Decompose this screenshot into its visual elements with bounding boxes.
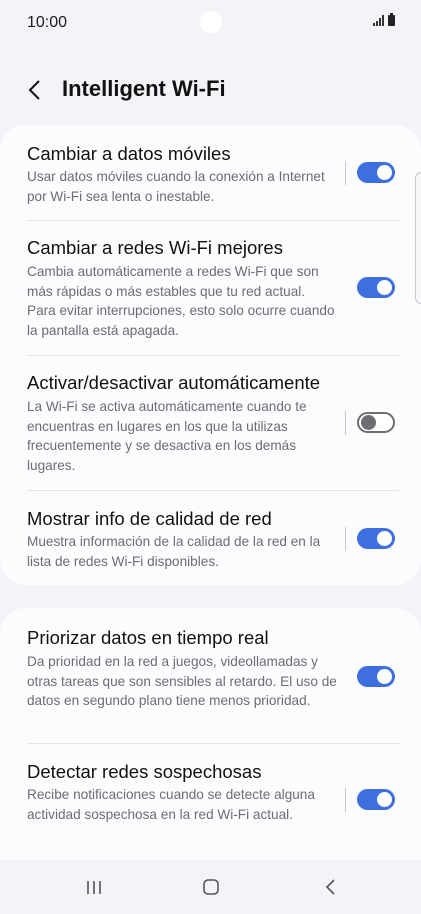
page-title: Intelligent Wi-Fi: [62, 76, 226, 101]
battery-icon: [388, 13, 395, 26]
chevron-left-icon: [28, 80, 40, 100]
setting-detect-suspicious-networks[interactable]: Detectar redes sospechosas Recibe notifi…: [0, 744, 421, 860]
setting-title: Activar/desactivar automáticamente: [27, 372, 321, 393]
setting-auto-toggle-wifi[interactable]: Activar/desactivar automáticamente La Wi…: [0, 356, 421, 491]
setting-prioritize-realtime-data[interactable]: Priorizar datos en tiempo real Da priori…: [0, 608, 421, 743]
setting-description: Usar datos móviles cuando la conexión a …: [27, 169, 325, 204]
show-network-quality-toggle[interactable]: [357, 528, 395, 549]
recents-icon: [87, 881, 101, 894]
setting-description: Da prioridad en la red a juegos, videoll…: [27, 654, 337, 708]
status-icons: [373, 13, 395, 26]
signal-icon: [373, 15, 384, 26]
switch-to-better-wifi-toggle[interactable]: [357, 277, 395, 298]
setting-description: La Wi-Fi se activa automáticamente cuand…: [27, 399, 307, 473]
toggle-knob: [377, 531, 392, 546]
divider: [345, 161, 346, 185]
setting-title: Cambiar a redes Wi-Fi mejores: [27, 237, 283, 258]
status-time: 10:00: [27, 14, 68, 31]
setting-title: Mostrar info de calidad de red: [27, 508, 272, 529]
setting-title: Detectar redes sospechosas: [27, 761, 262, 782]
back-icon: [325, 879, 335, 895]
divider: [345, 788, 346, 812]
back-button[interactable]: [22, 76, 50, 104]
setting-show-network-quality[interactable]: Mostrar info de calidad de red Muestra i…: [0, 491, 421, 585]
prioritize-realtime-data-toggle[interactable]: [357, 666, 395, 687]
recents-button[interactable]: [74, 874, 114, 900]
home-icon: [203, 879, 219, 895]
toggle-knob: [377, 280, 392, 295]
setting-title: Cambiar a datos móviles: [27, 143, 231, 164]
divider: [345, 527, 346, 551]
setting-switch-to-mobile-data[interactable]: Cambiar a datos móviles Usar datos móvil…: [0, 125, 421, 221]
toggle-knob: [377, 669, 392, 684]
divider: [345, 411, 346, 435]
scroll-handle[interactable]: [415, 172, 421, 304]
toggle-knob: [361, 415, 376, 430]
toggle-knob: [377, 792, 392, 807]
detect-suspicious-networks-toggle[interactable]: [357, 789, 395, 810]
navigation-bar: [0, 860, 421, 914]
settings-card-secondary: Priorizar datos en tiempo real Da priori…: [0, 608, 421, 860]
auto-toggle-wifi-toggle[interactable]: [357, 412, 395, 433]
status-bar: 10:00: [0, 0, 421, 46]
setting-description: Recibe notificaciones cuando se detecte …: [27, 787, 315, 822]
setting-switch-to-better-wifi[interactable]: Cambiar a redes Wi-Fi mejores Cambia aut…: [0, 221, 421, 356]
setting-title: Priorizar datos en tiempo real: [27, 627, 269, 648]
toggle-knob: [377, 165, 392, 180]
setting-description: Muestra información de la calidad de la …: [27, 534, 321, 569]
setting-description: Cambia automáticamente a redes Wi-Fi que…: [27, 264, 335, 338]
settings-card-primary: Cambiar a datos móviles Usar datos móvil…: [0, 125, 421, 585]
switch-to-mobile-data-toggle[interactable]: [357, 162, 395, 183]
header: Intelligent Wi-Fi: [0, 70, 421, 110]
nav-back-button[interactable]: [310, 874, 350, 900]
camera-cutout: [200, 11, 222, 33]
home-button[interactable]: [191, 874, 231, 900]
